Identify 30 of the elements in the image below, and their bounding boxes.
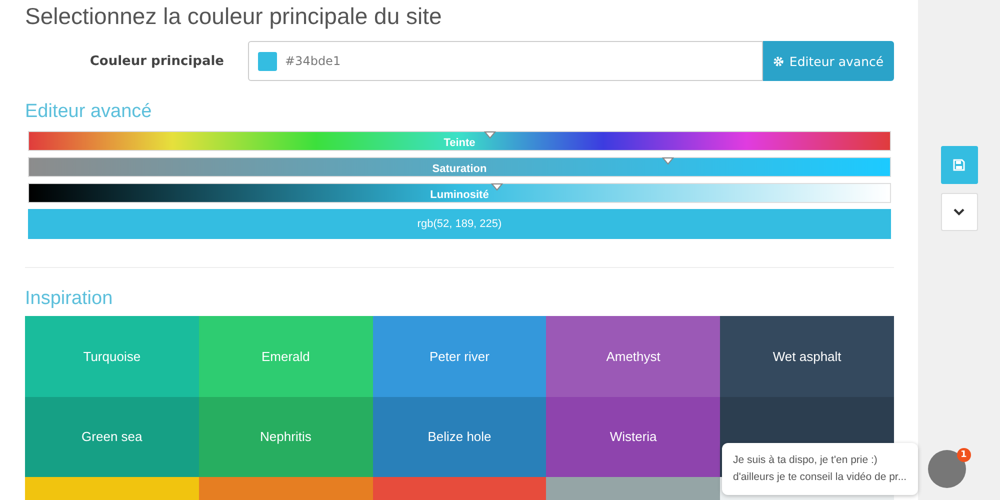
color-tile[interactable]: Wet asphalt — [720, 316, 894, 396]
luminosity-slider[interactable]: Luminosité — [28, 183, 891, 203]
rgb-value-bar: rgb(52, 189, 225) — [28, 209, 891, 239]
color-tile[interactable]: Nephritis — [198, 396, 373, 477]
notification-badge: 1 — [956, 448, 971, 462]
saturation-slider[interactable]: Saturation — [28, 157, 891, 177]
slider-thumb[interactable] — [490, 183, 503, 191]
slider-thumb[interactable] — [484, 131, 496, 139]
avatar-circle[interactable] — [928, 450, 966, 488]
field-label: Couleur principale — [88, 54, 225, 68]
color-tile[interactable]: Wisteria — [546, 396, 720, 477]
page-title: Selectionnez la couleur principale du site — [25, 3, 443, 30]
save-button[interactable] — [940, 146, 978, 184]
section-heading: Inspiration — [25, 288, 114, 310]
color-tile[interactable]: Green sea — [25, 396, 199, 477]
gear-icon — [773, 56, 784, 66]
expand-button[interactable] — [940, 193, 978, 231]
chat-message-toast[interactable]: Je suis à ta dispo, je t'en prie :) d'ailleurs je te conseil la vidéo de pr... — [722, 443, 918, 495]
save-icon — [953, 159, 965, 171]
hue-slider[interactable]: Teinte — [28, 131, 891, 151]
color-tile[interactable]: Turquoise — [25, 316, 199, 396]
color-tile[interactable]: Belize hole — [372, 396, 546, 477]
slider-thumb[interactable] — [662, 157, 674, 165]
chevron-down-icon — [953, 208, 965, 216]
color-input-field[interactable]: #34bde1 — [248, 41, 763, 81]
color-tile[interactable]: Emerald — [198, 316, 373, 396]
color-tile[interactable]: Peter river — [372, 316, 546, 396]
advanced-editor-button[interactable]: Editeur avancé — [763, 41, 894, 81]
section-heading: Editeur avancé — [25, 101, 153, 123]
color-tile[interactable]: Amethyst — [546, 316, 720, 396]
